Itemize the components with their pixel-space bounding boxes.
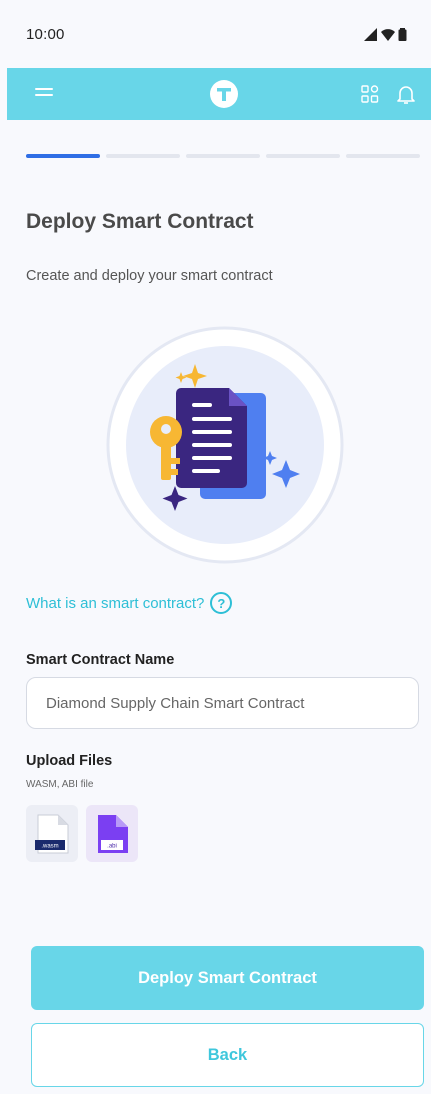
- step-2: [106, 154, 180, 158]
- step-4: [266, 154, 340, 158]
- upload-files-hint: WASM, ABI file: [26, 779, 94, 790]
- abi-file-icon: .abi: [98, 814, 128, 853]
- question-mark-icon: ?: [210, 592, 233, 614]
- upload-files-label: Upload Files: [26, 753, 113, 769]
- wasm-file-type-label: .wasm: [41, 843, 58, 849]
- bell-icon[interactable]: [394, 82, 418, 106]
- step-3: [186, 154, 260, 158]
- app-bar: [7, 68, 431, 120]
- cellular-signal-icon: [364, 27, 377, 41]
- back-button[interactable]: Back: [31, 1023, 424, 1087]
- smart-contract-name-input[interactable]: [26, 677, 419, 729]
- status-icons: [364, 27, 407, 41]
- smart-contract-illustration: [106, 326, 344, 564]
- abi-file-type-label: .abi: [107, 843, 117, 849]
- status-time: 10:00: [26, 25, 65, 43]
- apps-grid-icon[interactable]: [361, 85, 379, 103]
- step-1: [26, 154, 100, 158]
- help-link-label: What is an smart contract?: [26, 594, 205, 612]
- step-5: [346, 154, 420, 158]
- wasm-file-icon: .wasm: [35, 814, 69, 853]
- page-subtitle: Create and deploy your smart contract: [26, 268, 273, 284]
- status-bar: 10:00: [0, 0, 431, 68]
- menu-icon[interactable]: [35, 88, 53, 100]
- wifi-icon: [381, 28, 395, 41]
- deploy-smart-contract-button[interactable]: Deploy Smart Contract: [31, 946, 424, 1010]
- smart-contract-name-label: Smart Contract Name: [26, 652, 175, 668]
- progress-stepper: [26, 154, 420, 159]
- what-is-smart-contract-link[interactable]: What is an smart contract? ?: [26, 592, 233, 614]
- page-title: Deploy Smart Contract: [26, 210, 254, 233]
- battery-icon: [398, 27, 407, 41]
- app-logo-icon[interactable]: [210, 80, 238, 108]
- abi-file-tile[interactable]: .abi: [86, 805, 138, 862]
- wasm-file-tile[interactable]: .wasm: [26, 805, 78, 862]
